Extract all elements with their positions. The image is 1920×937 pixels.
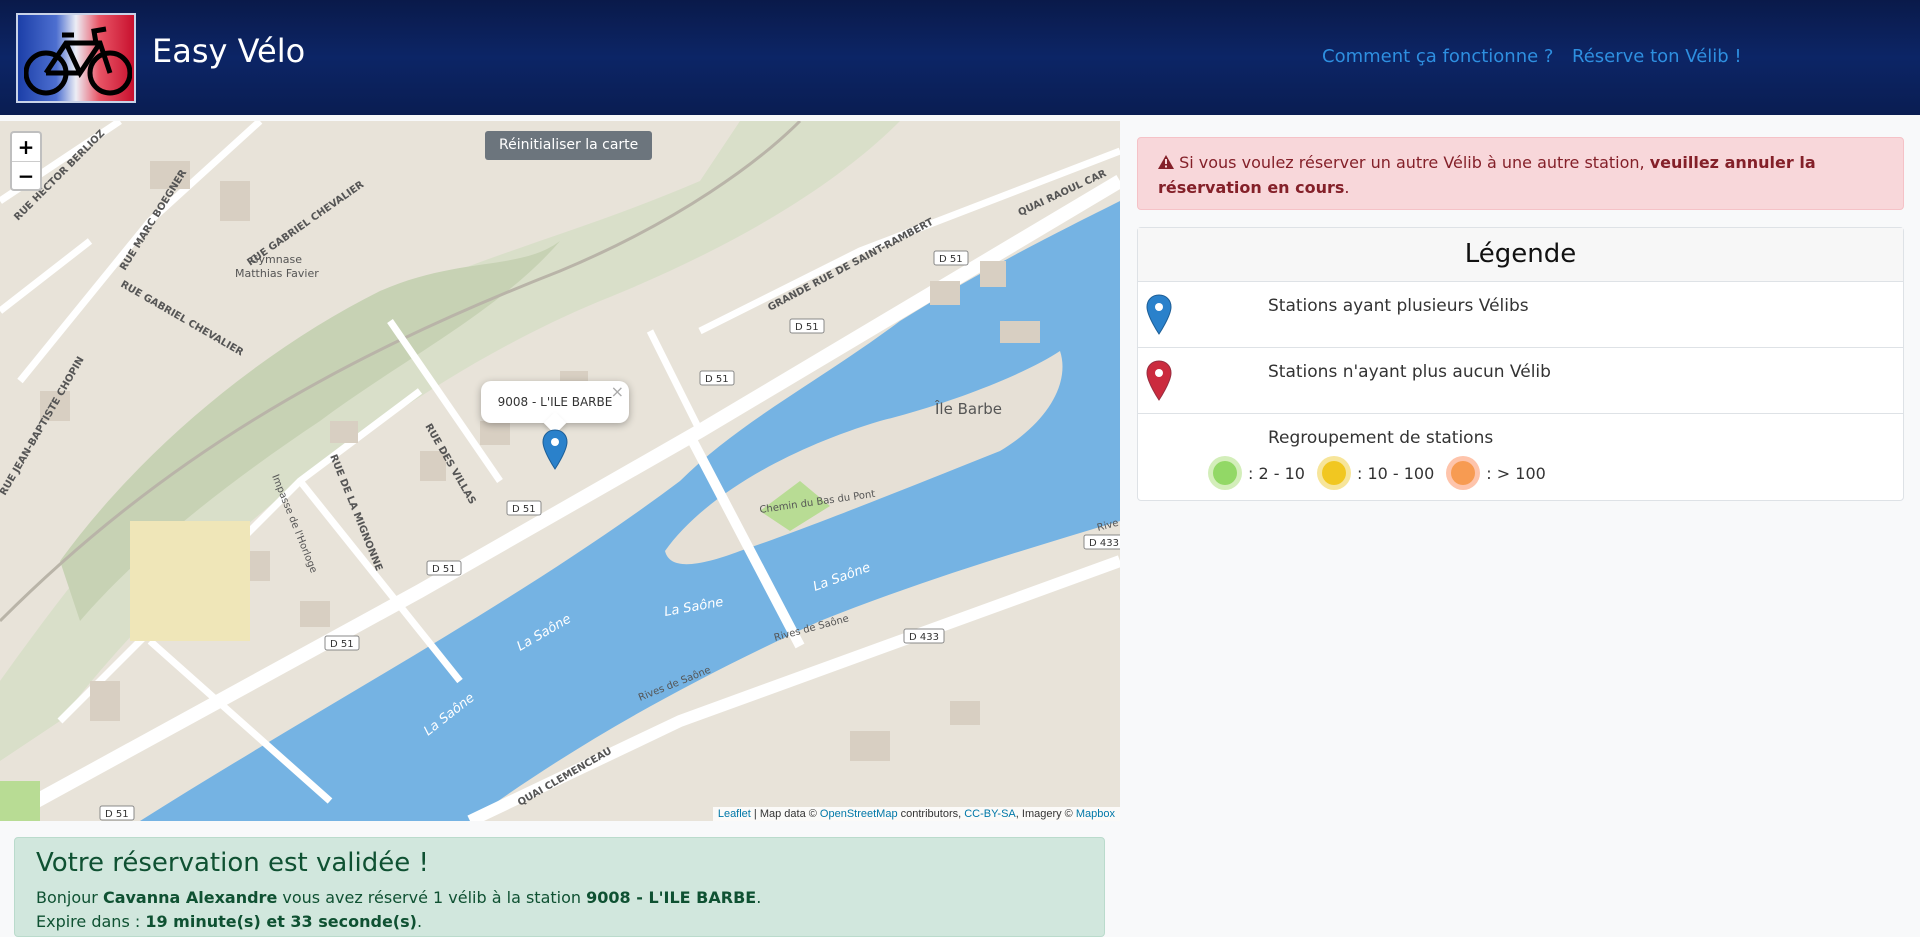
place-label: Matthias Favier [235, 267, 319, 280]
street-label: RUE GABRIEL CHEVALIER [119, 279, 246, 359]
legend-card: Légende Stations ayant plusieurs Vélibs … [1137, 227, 1904, 501]
expiry-timer: 19 minute(s) et 33 seconde(s) [145, 912, 417, 931]
cluster-legend: : 2 - 10 : 10 - 100 : > 100 [1208, 456, 1558, 490]
attrib-text: , Imagery © [1015, 808, 1076, 820]
zoom-control: + − [10, 131, 42, 191]
red-marker-icon [1146, 360, 1172, 401]
legend-label: Stations n'ayant plus aucun Vélib [1268, 362, 1551, 382]
osm-link[interactable]: OpenStreetMap [820, 808, 898, 820]
license-link[interactable]: CC-BY-SA [964, 808, 1016, 820]
reservation-panel: Votre réservation est validée ! Bonjour … [14, 837, 1105, 937]
reset-map-button[interactable]: Réinitialiser la carte [485, 131, 653, 160]
road-badge: D 51 [795, 322, 819, 333]
map-marker-icon[interactable] [542, 429, 568, 471]
road-badge: D 433 [909, 632, 939, 643]
bicycle-icon [24, 26, 132, 96]
brand-title[interactable]: Easy Vélo [152, 32, 305, 70]
top-navbar: Easy Vélo Comment ça fonctionne ? Réserv… [0, 0, 1920, 115]
reservation-text: Bonjour [36, 888, 103, 907]
attrib-text: | Map data © [750, 808, 820, 820]
reservation-line: Bonjour Cavanna Alexandre vous avez rése… [36, 886, 1083, 910]
road-badge: D 51 [705, 374, 729, 385]
map-tiles: La Saône La Saône La Saône La Saône RUE … [0, 121, 1120, 821]
road-badge: D 51 [939, 254, 963, 265]
cluster-small-icon [1208, 456, 1242, 490]
logo[interactable] [16, 13, 136, 103]
road-badge: D 433 [1089, 538, 1119, 549]
legend-row-empty: Stations n'ayant plus aucun Vélib [1138, 348, 1903, 414]
cluster-label: : 2 - 10 [1248, 463, 1305, 483]
alert-text: Si vous voulez réserver un autre Vélib à… [1174, 153, 1650, 172]
reservation-title: Votre réservation est validée ! [36, 848, 429, 878]
street-label: RUE JEAN-BAPTISTE CHOPIN [0, 355, 87, 497]
road-badge: D 51 [105, 809, 129, 820]
reservation-text: . [756, 888, 762, 907]
nav-link-how-it-works[interactable]: Comment ça fonctionne ? [1322, 46, 1553, 67]
legend-row-clusters: Regroupement de stations : 2 - 10 : 10 -… [1138, 414, 1903, 502]
leaflet-link[interactable]: Leaflet [718, 808, 751, 820]
legend-title: Légende [1138, 228, 1903, 282]
place-label: Gymnase [250, 253, 302, 266]
attrib-text: contributors, [897, 808, 965, 820]
warning-icon [1158, 155, 1174, 169]
legend-label: Stations ayant plusieurs Vélibs [1268, 296, 1529, 316]
user-name: Cavanna Alexandre [102, 888, 278, 907]
cluster-medium-icon [1316, 456, 1351, 490]
popup-close-button[interactable]: × [611, 371, 624, 413]
station-name: 9008 - L'ILE BARBE [586, 888, 757, 907]
road-badge: D 51 [330, 639, 354, 650]
place-label: Île Barbe [934, 399, 1002, 418]
cluster-label: : > 100 [1486, 463, 1546, 483]
reservation-text: vous avez réservé 1 vélib à la station [277, 888, 587, 907]
expiry-text: Expire dans : [36, 912, 146, 931]
nav-link-reserve[interactable]: Réserve ton Vélib ! [1572, 46, 1742, 67]
expiry-line: Expire dans : 19 minute(s) et 33 seconde… [36, 910, 1083, 934]
station-popup: 9008 - L'ILE BARBE × [481, 381, 629, 435]
blue-marker-icon [1146, 294, 1172, 335]
warning-alert: Si vous voulez réserver un autre Vélib à… [1137, 137, 1904, 210]
map-attribution: Leaflet | Map data © OpenStreetMap contr… [712, 807, 1120, 821]
legend-row-available: Stations ayant plusieurs Vélibs [1138, 282, 1903, 348]
popup-text: 9008 - L'ILE BARBE [497, 395, 613, 409]
zoom-out-button[interactable]: − [12, 161, 40, 189]
cluster-large-icon [1446, 456, 1481, 490]
map[interactable]: La Saône La Saône La Saône La Saône RUE … [0, 121, 1120, 821]
expiry-text: . [416, 912, 423, 931]
legend-label: Regroupement de stations [1268, 428, 1494, 448]
zoom-in-button[interactable]: + [12, 133, 40, 161]
mapbox-link[interactable]: Mapbox [1076, 808, 1115, 820]
road-badge: D 51 [432, 564, 456, 575]
road-badge: D 51 [512, 504, 536, 515]
cluster-label: : 10 - 100 [1356, 463, 1435, 483]
alert-end: . [1344, 178, 1350, 197]
